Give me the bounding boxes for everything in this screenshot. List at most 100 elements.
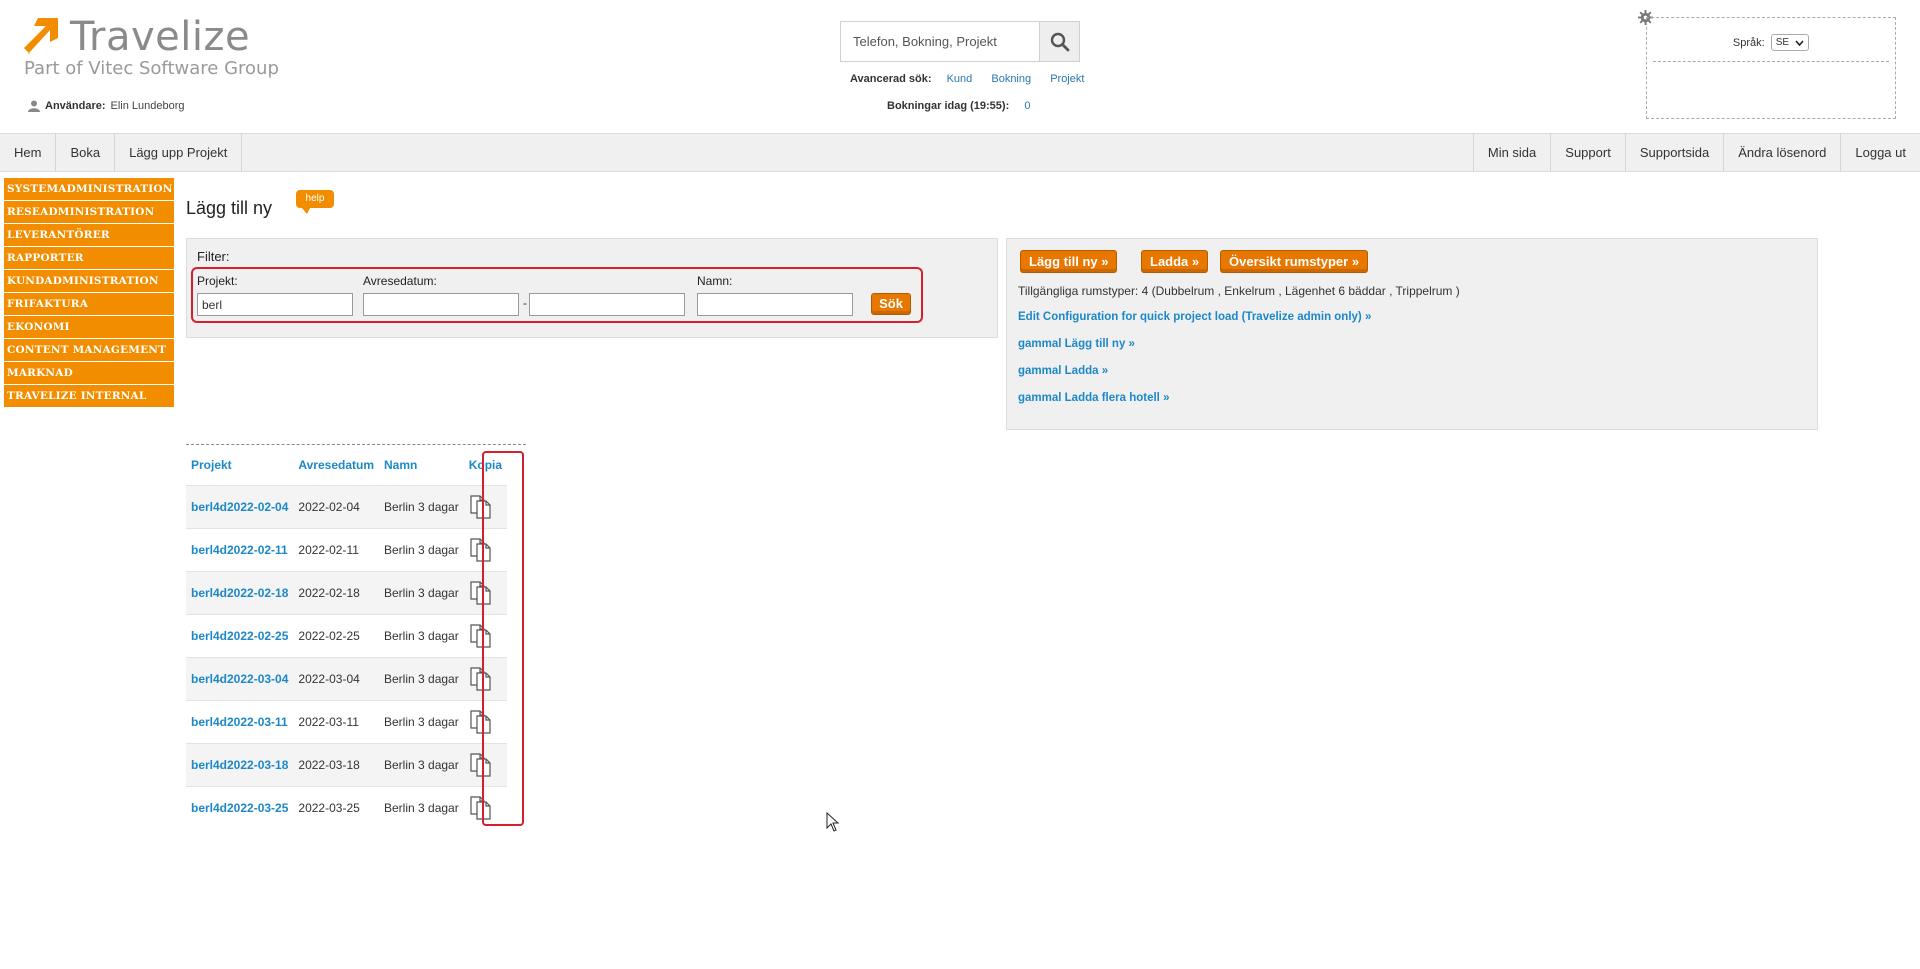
table-row: berl4d2022-02-25 2022-02-25 Berlin 3 dagar (186, 613, 508, 657)
project-link[interactable]: berl4d2022-03-25 (186, 785, 294, 829)
copy-document-icon[interactable] (469, 666, 493, 692)
old-load-multiple-hotels-link[interactable]: gammal Ladda flera hotell » (1018, 392, 1169, 404)
project-label: Projekt: (197, 274, 238, 288)
add-new-button[interactable]: Lägg till ny » (1020, 250, 1118, 273)
project-link[interactable]: berl4d2022-02-18 (186, 570, 294, 614)
name-label: Namn: (697, 274, 733, 288)
nav-hem[interactable]: Hem (0, 134, 57, 172)
edit-config-link[interactable]: Edit Configuration for quick project loa… (1018, 311, 1371, 323)
help-button[interactable]: help (296, 190, 334, 214)
old-add-new-link[interactable]: gammal Lägg till ny » (1018, 338, 1135, 350)
nav-min-sida[interactable]: Min sida (1472, 134, 1550, 172)
project-link[interactable]: berl4d2022-02-04 (186, 484, 294, 528)
sidebar-item-systemadministration[interactable]: SYSTEMADMINISTRATION (4, 178, 174, 200)
copy-document-icon[interactable] (469, 494, 493, 520)
main-nav: Hem Boka Lägg upp Projekt Min sida Suppo… (0, 134, 1920, 172)
departure-date: 2022-02-25 (293, 613, 379, 657)
language-value: SE (1775, 37, 1790, 48)
mouse-cursor-icon (826, 812, 840, 832)
advanced-search-bokning-link[interactable]: Bokning (991, 73, 1031, 85)
search-input[interactable] (841, 22, 1039, 61)
copy-document-icon[interactable] (469, 709, 493, 735)
user-label: Användare: (45, 100, 106, 112)
copy-document-icon[interactable] (469, 537, 493, 563)
column-header-avresedatum[interactable]: Avresedatum (293, 445, 379, 485)
nav-andra-losenord[interactable]: Ändra lösenord (1723, 134, 1840, 172)
nav-supportsida[interactable]: Supportsida (1624, 134, 1723, 172)
travelize-logo[interactable]: Travelize Part of Vitec Software Group (24, 14, 279, 80)
main-nav-right: Min sida Support Supportsida Ändra lösen… (1472, 134, 1920, 172)
date-range-separator: - (523, 296, 527, 310)
departure-date-from-input[interactable] (363, 293, 519, 316)
filter-fields: Projekt: Avresedatum: - Namn: Sök (191, 267, 923, 323)
copy-cell (463, 570, 508, 614)
column-header-namn[interactable]: Namn (379, 445, 464, 485)
advanced-search-projekt-link[interactable]: Projekt (1050, 73, 1084, 85)
search-icon (1050, 32, 1069, 51)
project-name: Berlin 3 dagar (379, 527, 464, 571)
copy-document-icon[interactable] (469, 752, 493, 778)
sidebar-item-leverantorer[interactable]: LEVERANTÖRER (4, 224, 174, 246)
name-input[interactable] (697, 293, 853, 316)
project-name: Berlin 3 dagar (379, 613, 464, 657)
table-row: berl4d2022-03-04 2022-03-04 Berlin 3 dagar (186, 656, 508, 700)
search-button[interactable] (1039, 22, 1079, 61)
copy-document-icon[interactable] (469, 623, 493, 649)
advanced-search-label: Avancerad sök: (850, 73, 932, 85)
copy-document-icon[interactable] (469, 795, 493, 821)
project-link[interactable]: berl4d2022-02-11 (186, 527, 294, 571)
sidebar-item-ekonomi[interactable]: EKONOMI (4, 316, 174, 338)
sidebar-item-rapporter[interactable]: RAPPORTER (4, 247, 174, 269)
settings-panel: Språk: SE (1646, 17, 1896, 119)
bookings-today-label: Bokningar idag (19:55): (887, 100, 1010, 112)
main-nav-left: Hem Boka Lägg upp Projekt (0, 134, 243, 172)
bookings-today-count[interactable]: 0 (1024, 100, 1030, 112)
project-link[interactable]: berl4d2022-03-04 (186, 656, 294, 700)
advanced-search: Avancerad sök: Kund Bokning Projekt (850, 73, 1100, 85)
copy-document-icon[interactable] (469, 580, 493, 606)
copy-cell (463, 699, 508, 743)
table-row: berl4d2022-02-18 2022-02-18 Berlin 3 dagar (186, 570, 508, 614)
project-name: Berlin 3 dagar (379, 785, 464, 829)
room-types-overview-button[interactable]: Översikt rumstyper » (1220, 250, 1369, 273)
project-name: Berlin 3 dagar (379, 742, 464, 786)
sidebar-item-kundadministration[interactable]: KUNDADMINISTRATION (4, 270, 174, 292)
chevron-down-icon (1795, 39, 1804, 46)
departure-date-to-input[interactable] (529, 293, 685, 316)
project-link[interactable]: berl4d2022-03-11 (186, 699, 294, 743)
nav-boka[interactable]: Boka (56, 134, 116, 172)
search-submit-button[interactable]: Sök (871, 293, 911, 315)
language-label: Språk: (1732, 36, 1765, 49)
language-select[interactable]: SE (1770, 34, 1810, 51)
table-row: berl4d2022-03-25 2022-03-25 Berlin 3 dagar (186, 785, 508, 829)
column-header-kopia: Kopia (468, 457, 503, 472)
user-icon (28, 100, 40, 112)
old-load-link[interactable]: gammal Ladda » (1018, 365, 1108, 377)
copy-cell (463, 527, 508, 571)
nav-support[interactable]: Support (1550, 134, 1625, 172)
global-search (840, 21, 1080, 62)
user-name: Elin Lundeborg (110, 100, 185, 112)
project-link[interactable]: berl4d2022-02-25 (186, 613, 294, 657)
copy-cell (463, 742, 508, 786)
sidebar-item-reseadministration[interactable]: RESEADMINISTRATION (4, 201, 174, 223)
filter-title: Filter: (197, 249, 230, 264)
nav-lagg-upp-projekt[interactable]: Lägg upp Projekt (115, 134, 243, 172)
load-button[interactable]: Ladda » (1141, 250, 1209, 273)
sidebar-item-content-management[interactable]: CONTENT MANAGEMENT (4, 339, 174, 361)
available-room-types: Tillgängliga rumstyper: 4 (Dubbelrum , E… (1018, 284, 1460, 298)
departure-date: 2022-03-18 (293, 742, 379, 786)
sidebar-item-marknad[interactable]: MARKNAD (4, 362, 174, 384)
project-link[interactable]: berl4d2022-03-18 (186, 742, 294, 786)
column-header-projekt[interactable]: Projekt (186, 445, 293, 485)
advanced-search-kund-link[interactable]: Kund (947, 73, 973, 85)
sidebar-item-travelize-internal[interactable]: TRAVELIZE INTERNAL (4, 385, 174, 407)
copy-cell (463, 656, 508, 700)
departure-date: 2022-03-04 (293, 656, 379, 700)
project-input[interactable] (197, 293, 353, 316)
sidebar-item-frifaktura[interactable]: FRIFAKTURA (4, 293, 174, 315)
project-name: Berlin 3 dagar (379, 656, 464, 700)
nav-logga-ut[interactable]: Logga ut (1840, 134, 1920, 172)
departure-date: 2022-03-11 (293, 699, 379, 743)
table-row: berl4d2022-02-04 2022-02-04 Berlin 3 dagar (186, 484, 508, 528)
